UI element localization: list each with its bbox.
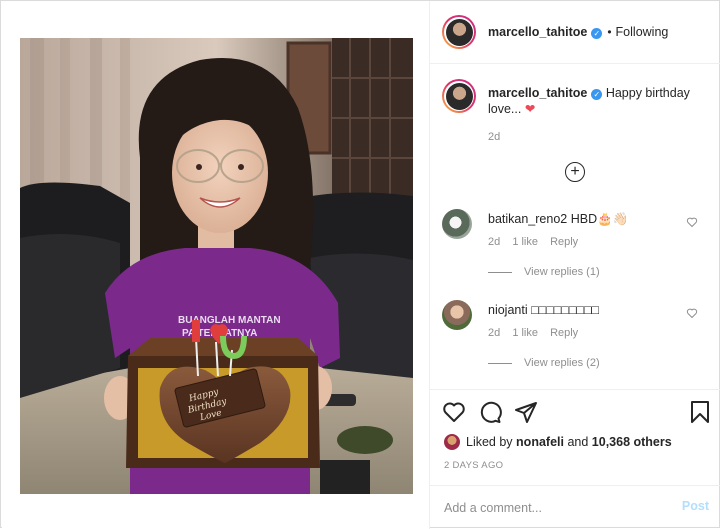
liker-avatar[interactable]	[444, 434, 460, 450]
liker-username[interactable]: nonafeli	[516, 435, 564, 449]
action-bar	[442, 400, 712, 426]
caption-body: marcello_tahitoe ✓ Happy birthday love...…	[488, 79, 712, 145]
view-replies-label: View replies (1)	[524, 266, 600, 278]
comment-time[interactable]: 2d	[488, 236, 500, 248]
view-replies-button[interactable]: View replies (1)	[488, 266, 600, 278]
post-media-panel: BUANGLAH MANTAN PA TEMPATNYA Happy Birth…	[2, 2, 429, 528]
post-actions-section: Liked by nonafeli and 10,368 others 2 DA…	[430, 389, 720, 485]
comment-likes[interactable]: 1 like	[512, 236, 538, 248]
comment-icon[interactable]	[478, 400, 502, 424]
comment-text-line: batikan_reno2 HBD🎂👋🏻	[488, 212, 628, 227]
comment-text-line: niojanti □□□□□□□□□	[488, 303, 599, 317]
verified-badge-icon: ✓	[591, 28, 603, 39]
header-text: marcello_tahitoe ✓ • Following	[488, 25, 668, 39]
caption-author-avatar[interactable]	[442, 79, 476, 113]
liked-by-prefix: Liked by	[466, 435, 513, 449]
comment-meta: 2d 1 like Reply	[488, 327, 587, 339]
avatar-image	[445, 18, 473, 46]
comment-meta: 2d 1 like Reply	[488, 236, 587, 248]
red-heart-emoji: ❤	[524, 102, 536, 116]
avatar-inner	[444, 17, 474, 47]
author-username[interactable]: marcello_tahitoe	[488, 25, 587, 39]
plus-circle-icon[interactable]: +	[565, 162, 585, 182]
instagram-post: BUANGLAH MANTAN PA TEMPATNYA Happy Birth…	[0, 0, 720, 529]
comment-text: HBD🎂👋🏻	[570, 212, 629, 226]
add-comment-input[interactable]	[444, 496, 664, 520]
bookmark-icon[interactable]	[688, 400, 712, 424]
heart-icon[interactable]	[442, 400, 466, 424]
post-header: marcello_tahitoe ✓ • Following	[430, 1, 720, 64]
following-button[interactable]: Following	[616, 25, 669, 39]
caption-username[interactable]: marcello_tahitoe	[488, 86, 587, 100]
commenter-avatar[interactable]	[442, 209, 472, 239]
photo-illustration: BUANGLAH MANTAN PA TEMPATNYA Happy Birth…	[20, 38, 413, 494]
heart-icon[interactable]	[686, 216, 698, 228]
caption-timestamp[interactable]: 2d	[488, 129, 712, 145]
comment-text: □□□□□□□□□	[531, 303, 600, 317]
commenter-avatar[interactable]	[442, 300, 472, 330]
avatar-inner	[444, 81, 474, 111]
separator-dot: •	[607, 25, 612, 39]
heart-icon[interactable]	[686, 307, 698, 319]
replies-divider	[488, 362, 512, 364]
add-comment-bar: Post	[430, 485, 720, 529]
post-side-panel: marcello_tahitoe ✓ • Following marcello_tah…	[429, 1, 720, 529]
comment-time[interactable]: 2d	[488, 327, 500, 339]
post-date[interactable]: 2 DAYS AGO	[444, 460, 503, 471]
comment-reply-button[interactable]: Reply	[550, 327, 578, 339]
view-replies-label: View replies (2)	[524, 357, 600, 369]
likes-summary: Liked by nonafeli and 10,368 others	[444, 434, 672, 450]
share-icon[interactable]	[514, 400, 538, 424]
author-avatar[interactable]	[442, 15, 476, 49]
post-caption: marcello_tahitoe ✓ Happy birthday love...…	[442, 79, 712, 145]
avatar-image	[445, 82, 473, 110]
post-comment-button[interactable]: Post	[682, 499, 709, 513]
others-count-link[interactable]: 10,368 others	[592, 435, 672, 449]
comment-username[interactable]: batikan_reno2	[488, 212, 567, 226]
verified-badge-icon: ✓	[591, 89, 603, 100]
comment-username[interactable]: niojanti	[488, 303, 528, 317]
comment-likes[interactable]: 1 like	[512, 327, 538, 339]
liked-conj: and	[567, 435, 589, 449]
comment-reply-button[interactable]: Reply	[550, 236, 578, 248]
view-replies-button[interactable]: View replies (2)	[488, 357, 600, 369]
post-photo[interactable]: BUANGLAH MANTAN PA TEMPATNYA Happy Birth…	[20, 38, 413, 494]
replies-divider	[488, 271, 512, 273]
